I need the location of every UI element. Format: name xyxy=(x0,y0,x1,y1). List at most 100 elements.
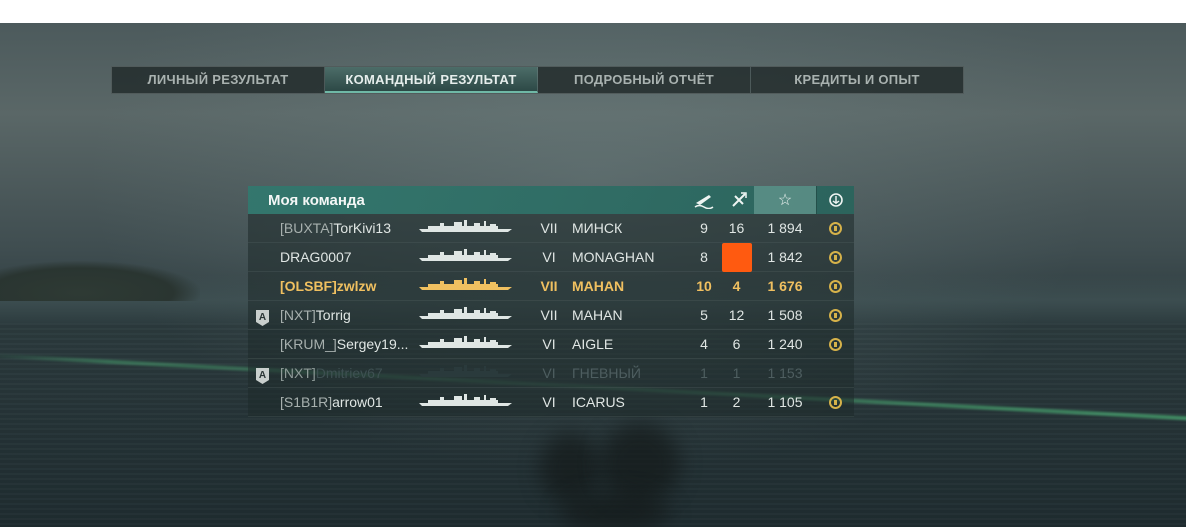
experience-value: 1 508 xyxy=(767,307,803,323)
player-nick: Sergey19... xyxy=(336,336,409,352)
ship-silhouette-icon xyxy=(418,301,513,330)
ship-silhouette-icon xyxy=(418,359,513,388)
ship-name: ICARUS xyxy=(572,394,625,410)
planes-destroyed-count: 16 xyxy=(728,220,745,236)
ship-tier: VII xyxy=(540,307,558,323)
planes-destroyed-count: 1 xyxy=(732,365,741,381)
battle-background: ЛИЧНЫЙ РЕЗУЛЬТАТ КОМАНДНЫЙ РЕЗУЛЬТАТ ПОД… xyxy=(0,23,1186,527)
tab-personal-result[interactable]: ЛИЧНЫЙ РЕЗУЛЬТАТ xyxy=(112,67,325,93)
anchor-medal-icon[interactable] xyxy=(816,186,854,214)
rank-badge xyxy=(256,388,272,417)
planes-destroyed-count: 12 xyxy=(728,307,745,323)
planes-destroyed-count: 6 xyxy=(732,336,741,352)
anchor-medal-icon xyxy=(828,251,842,264)
ships-sunk-count: 9 xyxy=(700,220,708,236)
player-name[interactable]: DRAG0007 xyxy=(280,243,416,272)
ships-sunk-count: 5 xyxy=(700,307,708,323)
ship-silhouette-icon xyxy=(418,272,513,301)
anchor-medal-icon xyxy=(828,280,842,293)
island-silhouette xyxy=(0,261,200,301)
player-nick: TorKivi13 xyxy=(333,220,392,236)
ship-silhouette-icon xyxy=(418,330,513,359)
ship-name: ГНЕВНЫЙ xyxy=(572,365,641,381)
rank-badge: A xyxy=(256,359,272,388)
ship-name: MAHAN xyxy=(572,307,623,323)
medal-cell xyxy=(816,272,854,301)
medal-cell xyxy=(816,388,854,417)
clan-tag: [NXT] xyxy=(280,365,316,381)
player-name[interactable]: [NXT]Dmitriev67 xyxy=(280,359,416,388)
medal-cell xyxy=(816,359,854,388)
table-row[interactable]: [BUXTA]TorKivi13 VII МИНСК 9 16 1 894 xyxy=(248,214,854,243)
tab-team-result[interactable]: КОМАНДНЫЙ РЕЗУЛЬТАТ xyxy=(325,67,538,93)
medal-cell xyxy=(816,214,854,243)
ship-silhouette-icon xyxy=(418,214,513,243)
team-rows: [BUXTA]TorKivi13 VII МИНСК 9 16 1 894 DRAG0007… xyxy=(248,214,854,417)
team-table-header: Моя команда ☆ xyxy=(248,186,854,214)
experience-value: 1 842 xyxy=(767,249,803,265)
table-row[interactable]: DRAG0007VIMONAGHAN81001 842 xyxy=(248,243,854,272)
tab-credits-xp[interactable]: КРЕДИТЫ И ОПЫТ xyxy=(751,67,963,93)
division-badge-icon: A xyxy=(256,310,269,326)
ship-tier: VII xyxy=(540,278,558,294)
player-name[interactable]: [BUXTA]TorKivi13 xyxy=(280,214,416,243)
ships-sunk-count: 1 xyxy=(700,394,708,410)
planes-destroyed-count: 2 xyxy=(732,394,741,410)
player-name[interactable]: [OLSBF]zwlzw xyxy=(280,272,416,301)
rank-badge xyxy=(256,272,272,301)
ship-name: МИНСК xyxy=(572,220,623,236)
ship-tier: VII xyxy=(540,220,558,236)
player-name[interactable]: [KRUM_]Sergey19... xyxy=(280,330,416,359)
table-row[interactable]: [S1B1R]arrow01 VI ICARUS 1 2 1 105 xyxy=(248,388,854,417)
ship-name: MONAGHAN xyxy=(572,249,655,265)
clan-tag: [NXT] xyxy=(280,307,316,323)
rank-badge xyxy=(256,330,272,359)
team-title: Моя команда xyxy=(268,192,365,209)
experience-value: 1 240 xyxy=(767,336,803,352)
anchor-medal-icon xyxy=(828,396,842,409)
player-nick: arrow01 xyxy=(332,394,383,410)
rank-badge: A xyxy=(256,301,272,330)
rank-badge xyxy=(256,243,272,272)
ship-tier: VI xyxy=(542,336,556,352)
ship-name: MAHAN xyxy=(572,278,625,294)
ship-silhouette-icon xyxy=(418,388,513,417)
clan-tag: [KRUM_] xyxy=(280,336,337,352)
smoke-cloud xyxy=(560,493,670,527)
table-row[interactable]: [KRUM_]Sergey19... VI AIGLE 4 6 1 240 xyxy=(248,330,854,359)
result-tabs: ЛИЧНЫЙ РЕЗУЛЬТАТ КОМАНДНЫЙ РЕЗУЛЬТАТ ПОД… xyxy=(111,66,964,94)
table-row[interactable]: [OLSBF]zwlzw VII MAHAN 10 4 1 676 xyxy=(248,272,854,301)
clan-tag: [S1B1R] xyxy=(280,394,333,410)
clan-tag: [OLSBF] xyxy=(280,278,337,294)
star-xp-icon[interactable]: ☆ xyxy=(754,186,816,214)
ship-name: AIGLE xyxy=(572,336,614,352)
player-nick: DRAG0007 xyxy=(280,249,352,265)
experience-value: 1 894 xyxy=(767,220,803,236)
rank-badge xyxy=(256,214,272,243)
team-table: Моя команда ☆ [BUXTA]TorKivi13 VII МИНСК 9 1… xyxy=(248,186,854,417)
player-name[interactable]: [S1B1R]arrow01 xyxy=(280,388,416,417)
experience-value: 1 105 xyxy=(767,394,803,410)
player-name[interactable]: [NXT]Torrig xyxy=(280,301,416,330)
medal-cell xyxy=(816,301,854,330)
highlight-underline xyxy=(722,243,752,272)
tab-detailed-report[interactable]: ПОДРОБНЫЙ ОТЧЁТ xyxy=(538,67,751,93)
medal-cell xyxy=(816,330,854,359)
ship-tier: VI xyxy=(542,365,556,381)
table-row[interactable]: A [NXT]Dmitriev67 VI ГНЕВНЫЙ 1 1 1 153 xyxy=(248,359,854,388)
anchor-medal-icon xyxy=(828,309,842,322)
player-nick: zwlzw xyxy=(336,278,377,294)
plane-destroyed-icon[interactable] xyxy=(724,186,754,214)
medal-cell xyxy=(816,243,854,272)
table-row[interactable]: A [NXT]Torrig VII MAHAN 5 12 1 508 xyxy=(248,301,854,330)
player-nick: Dmitriev67 xyxy=(315,365,383,381)
ship-tier: VI xyxy=(542,249,556,265)
ship-sunk-icon[interactable] xyxy=(689,186,719,214)
anchor-medal-icon xyxy=(828,222,842,235)
ship-silhouette-icon xyxy=(418,243,513,272)
clan-tag: [BUXTA] xyxy=(280,220,334,236)
anchor-medal-icon xyxy=(828,338,842,351)
smoke-cloud xyxy=(600,423,680,503)
ships-sunk-count: 10 xyxy=(696,278,712,294)
experience-value: 1 153 xyxy=(767,365,803,381)
